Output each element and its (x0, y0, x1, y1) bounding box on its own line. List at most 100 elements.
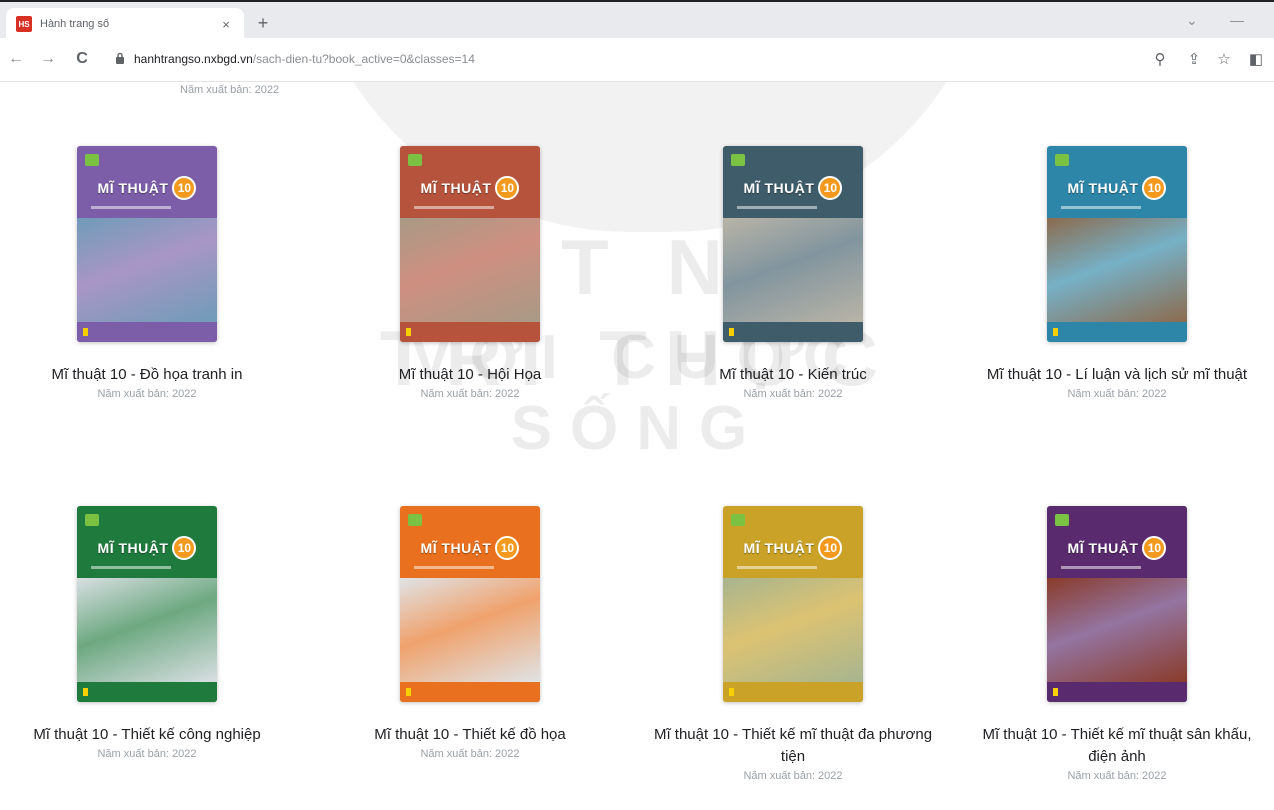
cover-subtitle-line (414, 206, 494, 209)
cover-subtitle-line (91, 206, 171, 209)
book-cover[interactable]: MĨ THUẬT 10 (77, 146, 217, 342)
book-cover[interactable]: MĨ THUẬT 10 (1047, 146, 1187, 342)
grade-badge: 10 (495, 536, 520, 560)
book-cover[interactable]: MĨ THUẬT 10 (400, 146, 540, 342)
book-title[interactable]: Mĩ thuật 10 - Hội Họa (325, 364, 615, 386)
cover-footer (1047, 322, 1187, 342)
cover-artwork (77, 578, 217, 682)
url-path: /sach-dien-tu?book_active=0&classes=14 (252, 52, 475, 66)
bookmark-mark (1053, 328, 1058, 336)
book-year: Năm xuất bản: 2022 (420, 388, 520, 400)
grade-badge: 10 (495, 176, 520, 200)
cover-artwork (400, 578, 540, 682)
cover-artwork (1047, 218, 1187, 322)
publisher-logo-icon (731, 514, 745, 526)
cover-subtitle-line (737, 206, 817, 209)
share-icon[interactable]: ⇪ (1184, 50, 1204, 68)
book-year: Năm xuất bản: 2022 (1067, 388, 1167, 400)
publisher-logo-icon (408, 514, 422, 526)
zoom-icon[interactable]: ⚲ (1150, 50, 1170, 68)
cover-artwork (1047, 578, 1187, 682)
grade-badge: 10 (818, 536, 843, 560)
publisher-logo-icon (1055, 154, 1069, 166)
book-title[interactable]: Mĩ thuật 10 - Thiết kế mĩ thuật đa phươn… (648, 724, 938, 768)
bookmark-mark (406, 688, 411, 696)
page-content: KẾT NỐI TRI THỨC VỚI CUỘC SỐNG Năm xuất … (0, 82, 1274, 810)
cover-label: MĨ THUẬT (97, 540, 169, 556)
cover-artwork (723, 578, 863, 682)
cover-artwork (77, 218, 217, 322)
new-tab-button[interactable]: + (252, 12, 274, 34)
publisher-logo-icon (1055, 514, 1069, 526)
cover-footer (400, 322, 540, 342)
browser-tab-bar: HS Hành trang số × + ⌄ — (0, 0, 1274, 40)
cover-footer (723, 682, 863, 702)
tab-close-icon[interactable]: × (218, 17, 234, 32)
cover-label: MĨ THUẬT (420, 540, 492, 556)
cover-subtitle-line (737, 566, 817, 569)
publisher-logo-icon (408, 154, 422, 166)
bookmark-mark (83, 688, 88, 696)
cover-subtitle-line (1061, 206, 1141, 209)
cover-footer (77, 322, 217, 342)
browser-tab[interactable]: HS Hành trang số × (6, 8, 244, 40)
book-title[interactable]: Mĩ thuật 10 - Lí luận và lịch sử mĩ thuậ… (972, 364, 1262, 386)
cover-footer (1047, 682, 1187, 702)
tab-title: Hành trang số (40, 18, 110, 30)
cover-footer (77, 682, 217, 702)
bookmark-mark (83, 328, 88, 336)
book-cover[interactable]: MĨ THUẬT 10 (1047, 506, 1187, 702)
book-year: Năm xuất bản: 2022 (420, 748, 520, 760)
browser-toolbar: ← → C hanhtrangso.nxbgd.vn/sach-dien-tu?… (0, 38, 1274, 82)
reload-icon[interactable]: C (72, 50, 92, 68)
bookmark-mark (1053, 688, 1058, 696)
book-title[interactable]: Mĩ thuật 10 - Đồ họa tranh in (2, 364, 292, 386)
grade-badge: 10 (1142, 176, 1167, 200)
minimize-icon[interactable]: ⌄ (1186, 12, 1198, 29)
publisher-logo-icon (731, 154, 745, 166)
forward-icon[interactable]: → (38, 50, 58, 68)
book-year: Năm xuất bản: 2022 (743, 770, 843, 782)
publisher-logo-icon (85, 514, 99, 526)
cover-label: MĨ THUẬT (1067, 180, 1139, 196)
cover-label: MĨ THUẬT (743, 180, 815, 196)
book-year: Năm xuất bản: 2022 (97, 388, 197, 400)
book-title[interactable]: Mĩ thuật 10 - Kiến trúc (648, 364, 938, 386)
bookmark-mark (406, 328, 411, 336)
site-favicon-icon: HS (16, 16, 32, 32)
book-cover[interactable]: MĨ THUẬT 10 (77, 506, 217, 702)
book-cover[interactable]: MĨ THUẬT 10 (400, 506, 540, 702)
book-card[interactable]: MĨ THUẬT 10 Mĩ thuật 10 - Thiết kế mĩ thu… (972, 506, 1262, 782)
cover-label: MĨ THUẬT (420, 180, 492, 196)
book-title[interactable]: Mĩ thuật 10 - Thiết kế công nghiệp (2, 724, 292, 746)
book-year: Năm xuất bản: 2022 (1067, 770, 1167, 782)
book-year: Năm xuất bản: 2022 (743, 388, 843, 400)
book-card[interactable]: MĨ THUẬT 10 Mĩ thuật 10 - Thiết kế đồ họa… (325, 506, 615, 760)
book-card[interactable]: MĨ THUẬT 10 Mĩ thuật 10 - Thiết kế công n… (2, 506, 292, 760)
publisher-logo-icon (85, 154, 99, 166)
bookmark-star-icon[interactable]: ☆ (1214, 50, 1234, 68)
book-card[interactable]: MĨ THUẬT 10 Mĩ thuật 10 - Đồ họa tranh in… (2, 146, 292, 400)
bookmark-mark (729, 688, 734, 696)
book-card[interactable]: MĨ THUẬT 10 Mĩ thuật 10 - Lí luận và lịch… (972, 146, 1262, 400)
side-panel-icon[interactable]: ◧ (1246, 50, 1266, 68)
book-card[interactable]: MĨ THUẬT 10 Mĩ thuật 10 - Thiết kế mĩ thu… (648, 506, 938, 782)
previous-row-year: Năm xuất bản: 2022 (180, 84, 280, 96)
book-title[interactable]: Mĩ thuật 10 - Thiết kế đồ họa (325, 724, 615, 746)
lock-icon[interactable] (115, 52, 125, 64)
restore-icon[interactable]: — (1230, 12, 1244, 28)
cover-label: MĨ THUẬT (97, 180, 169, 196)
back-icon[interactable]: ← (6, 50, 26, 68)
address-bar[interactable]: hanhtrangso.nxbgd.vn/sach-dien-tu?book_a… (134, 52, 475, 66)
book-card[interactable]: MĨ THUẬT 10 Mĩ thuật 10 - Hội Họa Năm xuấ… (325, 146, 615, 400)
book-cover[interactable]: MĨ THUẬT 10 (723, 146, 863, 342)
cover-footer (400, 682, 540, 702)
cover-label: MĨ THUẬT (743, 540, 815, 556)
book-cover[interactable]: MĨ THUẬT 10 (723, 506, 863, 702)
cover-subtitle-line (1061, 566, 1141, 569)
book-card[interactable]: MĨ THUẬT 10 Mĩ thuật 10 - Kiến trúc Năm x… (648, 146, 938, 400)
cover-label: MĨ THUẬT (1067, 540, 1139, 556)
book-year: Năm xuất bản: 2022 (97, 748, 197, 760)
cover-subtitle-line (414, 566, 494, 569)
book-title[interactable]: Mĩ thuật 10 - Thiết kế mĩ thuật sân khấu… (972, 724, 1262, 768)
